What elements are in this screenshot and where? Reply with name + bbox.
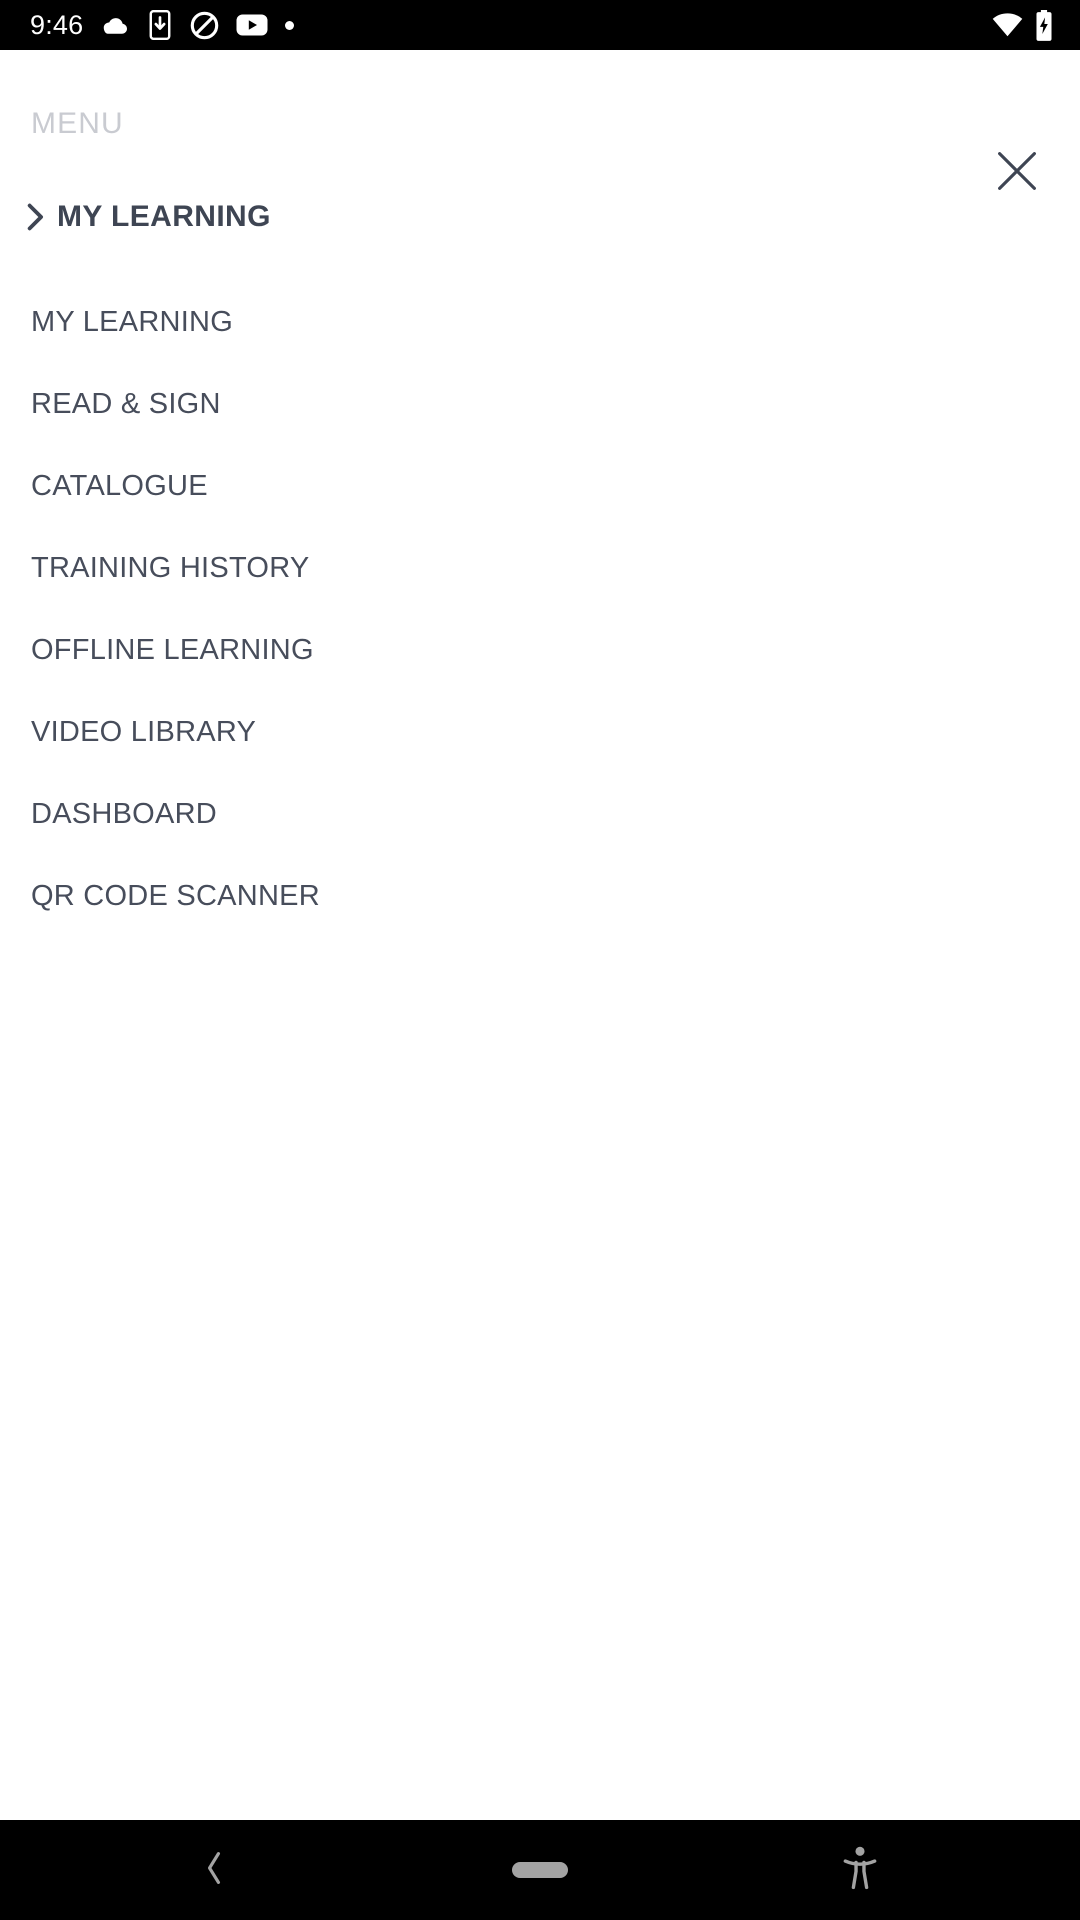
menu-item-read-and-sign[interactable]: READ & SIGN [0, 363, 1080, 445]
menu-panel-title: MENU [31, 107, 124, 140]
menu-section-label: MY LEARNING [57, 200, 271, 233]
menu-item-dashboard[interactable]: DASHBOARD [0, 773, 1080, 855]
wifi-icon [992, 12, 1023, 38]
phone-download-icon [147, 10, 173, 40]
close-menu-button[interactable] [983, 139, 1051, 207]
status-bar: 9:46 [0, 0, 1080, 50]
nav-accessibility-button[interactable] [818, 1820, 902, 1920]
android-navigation-bar [0, 1820, 1080, 1920]
do-not-disturb-icon [190, 11, 219, 40]
menu-item-list: MY LEARNING READ & SIGN CATALOGUE TRAINI… [0, 281, 1080, 937]
menu-item-label: TRAINING HISTORY [31, 551, 310, 584]
menu-header: MENU [0, 50, 1080, 190]
menu-item-label: CATALOGUE [31, 469, 208, 502]
menu-item-qr-code-scanner[interactable]: QR CODE SCANNER [0, 855, 1080, 937]
nav-home-button[interactable] [498, 1820, 582, 1920]
menu-item-my-learning[interactable]: MY LEARNING [0, 281, 1080, 363]
chevron-left-icon [203, 1851, 225, 1890]
menu-item-training-history[interactable]: TRAINING HISTORY [0, 527, 1080, 609]
menu-item-label: QR CODE SCANNER [31, 879, 320, 912]
status-bar-left-group: 9:46 [30, 9, 295, 40]
menu-panel: MENU MY LEARNING MY LEARNING READ & SIGN… [0, 50, 1080, 1820]
home-pill-icon [512, 1862, 568, 1878]
menu-item-label: READ & SIGN [31, 387, 221, 420]
menu-item-label: OFFLINE LEARNING [31, 633, 314, 666]
more-dot-icon [285, 20, 295, 30]
battery-charging-icon [1034, 9, 1054, 41]
nav-back-button[interactable] [172, 1820, 256, 1920]
close-icon [997, 151, 1037, 196]
status-bar-right-group [992, 9, 1054, 41]
cloud-icon [100, 10, 130, 40]
chevron-right-icon [27, 203, 57, 231]
menu-item-video-library[interactable]: VIDEO LIBRARY [0, 691, 1080, 773]
menu-item-catalogue[interactable]: CATALOGUE [0, 445, 1080, 527]
menu-item-offline-learning[interactable]: OFFLINE LEARNING [0, 609, 1080, 691]
accessibility-icon [842, 1846, 878, 1895]
menu-item-label: MY LEARNING [31, 305, 234, 338]
phone-screen: 9:46 MENU MY LEARNING MY LEARNING READ &… [0, 0, 1080, 1920]
youtube-icon [236, 13, 268, 37]
menu-item-label: VIDEO LIBRARY [31, 715, 257, 748]
menu-section-my-learning[interactable]: MY LEARNING [0, 186, 1080, 248]
status-bar-clock: 9:46 [30, 9, 84, 40]
menu-item-label: DASHBOARD [31, 797, 217, 830]
